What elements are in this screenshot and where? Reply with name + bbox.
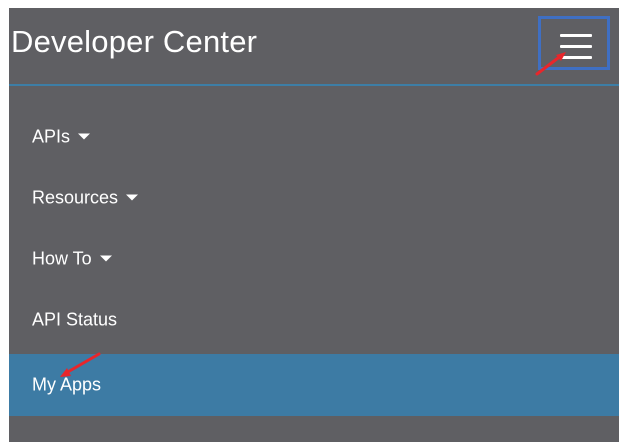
menu-item-label: APIs xyxy=(32,126,71,147)
menu-item-my-apps[interactable]: My Apps xyxy=(9,354,619,416)
site-title[interactable]: Developer Center xyxy=(11,24,257,60)
mobile-nav-panel: Developer Center APIs Resources How To A… xyxy=(9,8,619,442)
menu-item-label: My Apps xyxy=(32,374,102,395)
hamburger-menu-icon xyxy=(560,45,592,48)
caret-down-icon xyxy=(126,194,139,201)
menu-item-label: API Status xyxy=(32,309,118,330)
hamburger-menu-icon xyxy=(560,56,592,59)
header-divider xyxy=(9,84,619,86)
hamburger-menu-icon xyxy=(560,34,592,37)
header-bar: Developer Center xyxy=(9,8,619,84)
hamburger-menu-button[interactable] xyxy=(538,16,610,70)
menu-item-resources[interactable]: Resources xyxy=(9,167,619,229)
menu-item-how-to[interactable]: How To xyxy=(9,228,619,290)
menu-item-label: Resources xyxy=(32,187,119,208)
menu-item-label: How To xyxy=(32,248,92,269)
caret-down-icon xyxy=(78,133,91,140)
menu-item-api-status[interactable]: API Status xyxy=(9,289,619,351)
caret-down-icon xyxy=(99,255,112,262)
menu-item-apis[interactable]: APIs xyxy=(9,106,619,168)
